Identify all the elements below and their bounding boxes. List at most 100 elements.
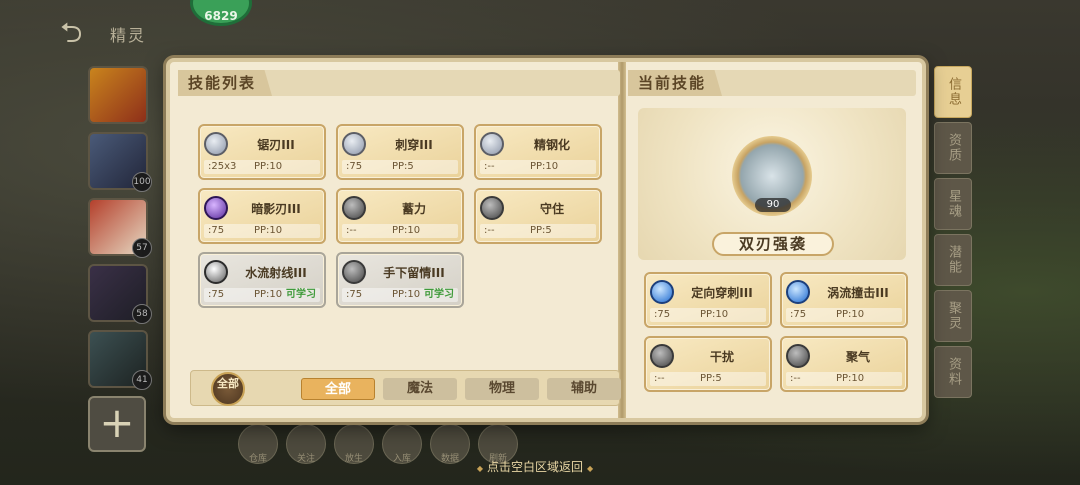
skill-stats: :25x3 PP:10	[204, 160, 320, 174]
skill-pp: PP:10	[392, 289, 421, 300]
current-skill-card[interactable]: 干扰 :-- PP:5	[644, 336, 772, 392]
dock-warehouse[interactable]: 仓库	[238, 424, 278, 464]
dock-follow[interactable]: 关注	[286, 424, 326, 464]
ultimate-skill-power: 90	[755, 198, 791, 212]
skill-name: 聚气	[845, 350, 870, 364]
dock-store[interactable]: 入库	[382, 424, 422, 464]
skill-card[interactable]: 蓄力 :-- PP:10	[336, 188, 464, 244]
skill-grid: 锯刃III :25x3 PP:10 刺穿III :75 PP:5 精钢化 :--	[198, 124, 602, 308]
shadow-blade-icon	[204, 196, 228, 220]
skill-list-title: 技能列表	[178, 70, 273, 96]
skill-name: 水流射线III	[245, 266, 307, 280]
pet-list: 100 57 58 41 +	[88, 66, 160, 452]
skill-power: :75	[654, 309, 671, 320]
side-tabs: 信息 资质 星魂 潜能 聚灵 资料	[934, 66, 972, 402]
skill-name: 锯刃III	[257, 138, 295, 152]
skill-card[interactable]: 刺穿III :75 PP:5	[336, 124, 464, 180]
tab-aptitude[interactable]: 资质	[934, 122, 972, 174]
skill-power: :--	[484, 225, 495, 236]
learnable-badge: 可学习	[286, 289, 316, 300]
skill-power: :75	[208, 289, 225, 300]
skill-pp: PP:5	[392, 161, 414, 172]
skill-card[interactable]: 锯刃III :25x3 PP:10	[198, 124, 326, 180]
skill-power: :--	[484, 161, 495, 172]
filter-tabs: 全部 魔法 物理 辅助	[301, 378, 621, 400]
skill-stats: :75 PP:10	[204, 224, 320, 238]
skill-pp: PP:5	[530, 225, 552, 236]
skill-card[interactable]: 暗影刃III :75 PP:10	[198, 188, 326, 244]
skill-power: :--	[346, 225, 357, 236]
skill-card[interactable]: 守住 :-- PP:5	[474, 188, 602, 244]
skill-power: :75	[790, 309, 807, 320]
current-skill-page: 当前技能 90 双刃强袭 定向穿刺III :75 PP:10 涡流撞击III :…	[628, 70, 916, 414]
skill-pp: PP:10	[836, 373, 865, 384]
skill-name: 刺穿III	[395, 138, 433, 152]
skill-power: :75	[208, 225, 225, 236]
skill-card-learnable[interactable]: 水流射线III :75 PP:10 可学习	[198, 252, 326, 308]
current-skill-card[interactable]: 聚气 :-- PP:10	[780, 336, 908, 392]
blade-icon	[204, 132, 228, 156]
filter-tab-magic[interactable]: 魔法	[383, 378, 457, 400]
focus-energy-icon	[786, 344, 810, 368]
skill-stats: :-- PP:10	[480, 160, 596, 174]
skill-power: :75	[346, 289, 363, 300]
tab-potential[interactable]: 潜能	[934, 234, 972, 286]
water-beam-icon	[204, 260, 228, 284]
pierce-icon	[342, 132, 366, 156]
pet-slot[interactable]: 41	[88, 330, 152, 390]
filter-tab-all[interactable]: 全部	[301, 378, 375, 400]
skill-filter-bar: 全部 全部 魔法 物理 辅助	[190, 370, 621, 406]
skill-stats: :-- PP:10	[786, 372, 902, 386]
ultimate-skill-name: 双刃强袭	[712, 232, 834, 256]
skill-pp: PP:10	[254, 289, 283, 300]
skill-pp: PP:10	[700, 309, 729, 320]
disrupt-icon	[650, 344, 674, 368]
skill-name: 定向穿刺III	[691, 286, 753, 300]
tap-to-return-hint[interactable]: 点击空白区域返回	[460, 458, 610, 475]
skill-pp: PP:10	[254, 225, 283, 236]
skill-power: :--	[790, 373, 801, 384]
current-skill-header: 当前技能	[628, 70, 916, 96]
pet-slot[interactable]: 100	[88, 132, 152, 192]
guard-icon	[480, 196, 504, 220]
current-skill-card[interactable]: 定向穿刺III :75 PP:10	[644, 272, 772, 328]
skill-name: 蓄力	[401, 202, 426, 216]
skill-stats: :75 PP:10 可学习	[204, 288, 320, 302]
skill-card[interactable]: 精钢化 :-- PP:10	[474, 124, 602, 180]
add-pet-button[interactable]: +	[88, 396, 146, 452]
back-arrow-icon[interactable]: ⮌	[60, 18, 96, 48]
tab-info[interactable]: 信息	[934, 66, 972, 118]
skill-pp: PP:10	[392, 225, 421, 236]
skill-pp: PP:10	[530, 161, 559, 172]
tab-gather[interactable]: 聚灵	[934, 290, 972, 342]
steel-icon	[480, 132, 504, 156]
filter-tab-support[interactable]: 辅助	[547, 378, 621, 400]
current-skill-card[interactable]: 涡流撞击III :75 PP:10	[780, 272, 908, 328]
dock-release[interactable]: 放生	[334, 424, 374, 464]
skill-name: 暗影刃III	[251, 202, 301, 216]
skill-stats: :75 PP:10	[650, 308, 766, 322]
tab-star-soul[interactable]: 星魂	[934, 178, 972, 230]
pet-level: 58	[132, 304, 152, 324]
skill-name: 手下留情III	[383, 266, 445, 280]
filter-all-badge[interactable]: 全部	[211, 372, 245, 406]
skill-power: :25x3	[208, 161, 237, 172]
skill-stats: :75 PP:10	[786, 308, 902, 322]
current-skill-grid: 定向穿刺III :75 PP:10 涡流撞击III :75 PP:10 干扰 :…	[644, 272, 908, 392]
tab-profile[interactable]: 资料	[934, 346, 972, 398]
skill-name: 守住	[539, 202, 564, 216]
skill-name: 干扰	[709, 350, 734, 364]
pet-level: 41	[132, 370, 152, 390]
mercy-icon	[342, 260, 366, 284]
pet-slot[interactable]: 58	[88, 264, 152, 324]
skill-power: :--	[654, 373, 665, 384]
pet-slot[interactable]	[88, 66, 148, 124]
skill-card-learnable[interactable]: 手下留情III :75 PP:10 可学习	[336, 252, 464, 308]
charge-icon	[342, 196, 366, 220]
pet-level: 57	[132, 238, 152, 258]
pet-slot[interactable]: 57	[88, 198, 152, 258]
filter-tab-physical[interactable]: 物理	[465, 378, 539, 400]
current-skill-title: 当前技能	[628, 70, 723, 96]
skill-stats: :-- PP:10	[342, 224, 458, 238]
skill-stats: :-- PP:5	[480, 224, 596, 238]
